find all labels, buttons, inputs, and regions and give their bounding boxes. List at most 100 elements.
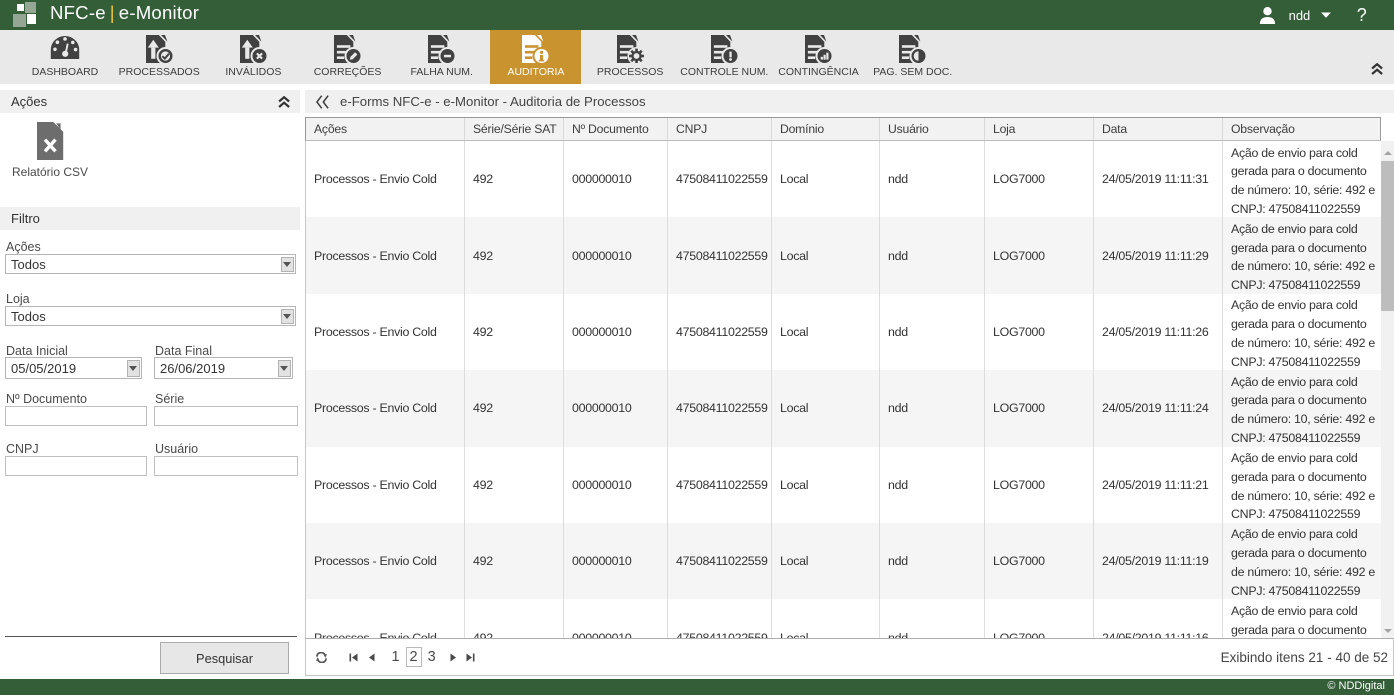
cell-documento: 000000010	[564, 370, 668, 446]
column-header[interactable]: Loja	[985, 118, 1094, 140]
toolbar-tab-falha-num[interactable]: FALHA NUM.	[396, 30, 487, 84]
scrollbar-thumb[interactable]	[1381, 161, 1394, 311]
loja-filter-select[interactable]: Todos	[5, 306, 296, 326]
page-number-1[interactable]: 1	[388, 649, 404, 665]
double-chevron-left-icon[interactable]	[316, 95, 329, 109]
loja-filter-label: Loja	[6, 292, 30, 306]
help-button[interactable]: ?	[1357, 5, 1367, 26]
serie-input[interactable]	[154, 406, 298, 426]
cell-loja: LOG7000	[985, 447, 1094, 523]
toolbar-tab-label: CONTINGÊNCIA	[778, 66, 859, 78]
toolbar-tab-label: CONTROLE NUM.	[680, 66, 768, 78]
toolbar-tab-auditoria[interactable]: AUDITORIA	[490, 30, 581, 84]
column-header[interactable]: Série/Série SAT	[465, 118, 564, 140]
cell-documento: 000000010	[564, 294, 668, 370]
logo-square	[17, 4, 24, 11]
cell-serie: 492	[465, 370, 564, 446]
toolbar-tab-label: PAG. SEM DOC.	[873, 66, 952, 78]
app-title-separator: |	[106, 2, 119, 23]
search-button[interactable]: Pesquisar	[160, 642, 289, 674]
toolbar-tab-processos[interactable]: PROCESSOS	[585, 30, 676, 84]
cell-documento: 000000010	[564, 141, 668, 217]
cell-data: 24/05/2019 11:11:16	[1094, 599, 1223, 638]
column-header[interactable]: Data	[1094, 118, 1223, 140]
page-number-2[interactable]: 2	[406, 647, 422, 668]
usuario-input[interactable]	[154, 456, 298, 476]
page-number-3[interactable]: 3	[424, 649, 440, 665]
toolbar-tab-correcoes[interactable]: CORREÇÕES	[302, 30, 393, 84]
acoes-dropdown-button[interactable]	[281, 257, 294, 272]
cell-cnpj: 47508411022559	[668, 523, 772, 599]
last-page-button[interactable]	[466, 653, 475, 662]
scroll-down-button[interactable]	[1381, 623, 1394, 638]
toolbar-tab-dashboard[interactable]: DASHBOARD	[20, 30, 111, 84]
previous-page-icon	[369, 653, 375, 662]
data-final-dropdown-button[interactable]	[278, 360, 291, 377]
column-header[interactable]: Ações	[306, 118, 465, 140]
toolbar-tab-label: FALHA NUM.	[411, 66, 473, 78]
user-icon	[1259, 7, 1276, 24]
data-inicial-picker[interactable]: 05/05/2019	[5, 357, 142, 379]
toolbar-tab-pag-sem-doc[interactable]: PAG. SEM DOC.	[867, 30, 958, 84]
cell-cnpj: 47508411022559	[668, 294, 772, 370]
document-gear-icon	[617, 35, 644, 64]
actions-panel-collapse-button[interactable]	[278, 96, 290, 108]
previous-page-button[interactable]	[369, 653, 375, 662]
app-logo-icon	[13, 2, 37, 27]
column-header[interactable]: Usuário	[880, 118, 985, 140]
cell-acao: Processos - Envio Cold	[306, 447, 465, 523]
table-row[interactable]: Processos - Envio Cold492000000010475084…	[306, 599, 1381, 638]
cell-cnpj: 47508411022559	[668, 217, 772, 293]
column-header[interactable]: Domínio	[772, 118, 880, 140]
csv-report-action[interactable]: Relatório CSV	[0, 122, 100, 179]
logo-square	[27, 14, 36, 24]
table-row[interactable]: Processos - Envio Cold492000000010475084…	[306, 217, 1381, 293]
toolbar-tab-processados[interactable]: PROCESSADOS	[114, 30, 205, 84]
toolbar-tab-invalidos[interactable]: INVÁLIDOS	[208, 30, 299, 84]
data-final-picker[interactable]: 26/06/2019	[154, 357, 293, 379]
data-grid: AçõesSérie/Série SATNº DocumentoCNPJDomí…	[305, 117, 1394, 677]
table-row[interactable]: Processos - Envio Cold492000000010475084…	[306, 447, 1381, 523]
cell-documento: 000000010	[564, 217, 668, 293]
vertical-scrollbar[interactable]	[1381, 141, 1394, 638]
cell-data: 24/05/2019 11:11:21	[1094, 447, 1223, 523]
refresh-button[interactable]	[316, 652, 327, 663]
cell-usuario: ndd	[880, 141, 985, 217]
column-header[interactable]: Observação	[1223, 118, 1380, 140]
acoes-filter-select[interactable]: Todos	[5, 254, 296, 274]
loja-filter-value: Todos	[6, 309, 279, 324]
cell-observacao: Ação de envio para cold gerada para o do…	[1223, 447, 1381, 523]
breadcrumb: e-Forms NFC-e - e-Monitor - Auditoria de…	[305, 90, 1394, 113]
document-exclamation-icon	[711, 35, 738, 64]
app-title-right: e-Monitor	[119, 2, 199, 23]
table-row[interactable]: Processos - Envio Cold492000000010475084…	[306, 523, 1381, 599]
toolbar-tab-label: AUDITORIA	[507, 66, 564, 78]
user-menu[interactable]: ndd	[1259, 7, 1331, 24]
cell-serie: 492	[465, 523, 564, 599]
triangle-down-icon	[1384, 629, 1392, 633]
cnpj-input[interactable]	[5, 456, 147, 476]
cell-observacao: Ação de envio para cold gerada para o do…	[1223, 599, 1381, 638]
toolbar-collapse-button[interactable]	[1371, 63, 1383, 75]
toolbar-tab-contingencia[interactable]: CONTINGÊNCIA	[773, 30, 864, 84]
cell-acao: Processos - Envio Cold	[306, 141, 465, 217]
breadcrumb-text: e-Forms NFC-e - e-Monitor - Auditoria de…	[340, 94, 646, 109]
table-row[interactable]: Processos - Envio Cold492000000010475084…	[306, 370, 1381, 446]
first-page-button[interactable]	[349, 653, 358, 662]
num-documento-input[interactable]	[5, 406, 147, 426]
user-caret-down-icon	[1321, 12, 1331, 18]
table-row[interactable]: Processos - Envio Cold492000000010475084…	[306, 294, 1381, 370]
column-header[interactable]: Nº Documento	[564, 118, 668, 140]
dashboard-gauge-icon	[50, 35, 80, 64]
document-upload-check-icon	[146, 35, 173, 64]
toolbar-tab-controle-num[interactable]: CONTROLE NUM.	[679, 30, 770, 84]
dropdown-arrow-icon	[283, 262, 291, 267]
cell-loja: LOG7000	[985, 217, 1094, 293]
next-page-button[interactable]	[450, 653, 456, 662]
scroll-up-button[interactable]	[1381, 141, 1394, 156]
loja-dropdown-button[interactable]	[281, 309, 294, 324]
data-inicial-dropdown-button[interactable]	[127, 360, 140, 377]
table-row[interactable]: Processos - Envio Cold492000000010475084…	[306, 141, 1381, 217]
logo-square	[13, 14, 26, 27]
column-header[interactable]: CNPJ	[668, 118, 772, 140]
